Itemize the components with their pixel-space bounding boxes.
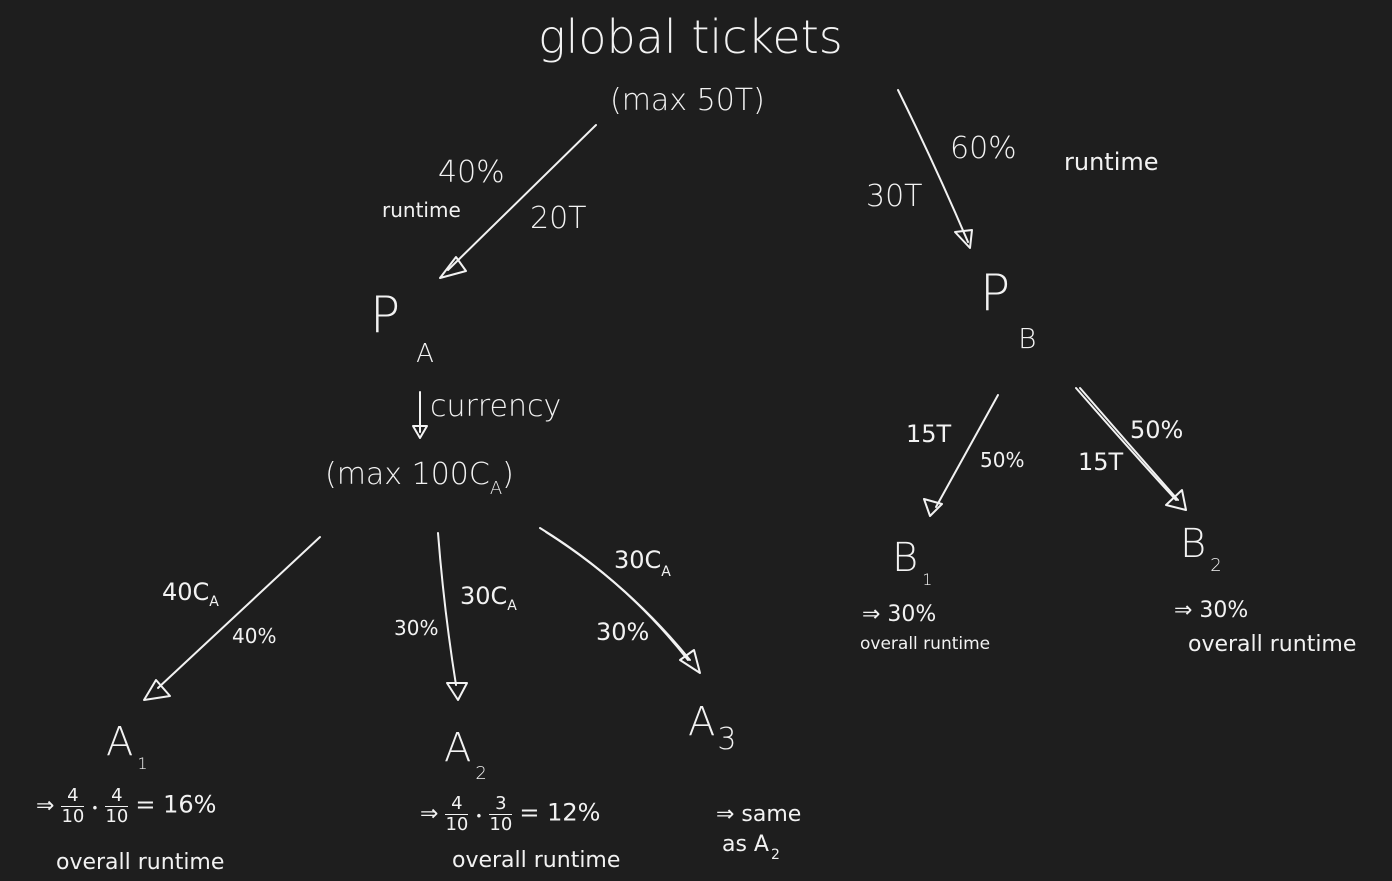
node-pa-sub: A bbox=[416, 339, 434, 369]
edge-a2-percent: 30% bbox=[394, 616, 439, 640]
leaf-a1-result: = 16% bbox=[135, 790, 217, 819]
edge-b1-tickets: 15T bbox=[906, 420, 952, 448]
pa-currency-label: currency bbox=[430, 389, 562, 424]
edge-a2-amount-sub: A bbox=[507, 598, 517, 614]
leaf-a3-note-text: as A bbox=[722, 832, 769, 857]
right-edge-runtime: runtime bbox=[1064, 148, 1159, 176]
edge-b2 bbox=[1075, 387, 1177, 501]
edge-a3-amount-sub: A bbox=[661, 564, 671, 580]
leaf-a2-arrow: ⇒ bbox=[420, 801, 439, 827]
leaf-a1-frac1-den: 10 bbox=[61, 805, 85, 827]
leaf-a2-dot: • bbox=[475, 809, 483, 824]
edge-a1-amount-sub: A bbox=[209, 594, 219, 610]
arrowhead-pa bbox=[439, 256, 467, 279]
node-pa-letter: P bbox=[370, 286, 401, 344]
edge-a1 bbox=[157, 536, 321, 689]
leaf-b2-letter: B bbox=[1180, 521, 1207, 567]
leaf-a2-frac2-den: 10 bbox=[489, 813, 513, 835]
leaf-b1-caption: overall runtime bbox=[860, 634, 991, 654]
leaf-a1-frac1-num: 4 bbox=[61, 786, 85, 807]
right-edge-tickets: 30T bbox=[866, 179, 923, 214]
node-pb: PB bbox=[980, 268, 1037, 353]
edge-a2-amount-text: 30C bbox=[460, 582, 508, 610]
edge-a1-amount-text: 40C bbox=[162, 578, 210, 606]
leaf-b2-sub: 2 bbox=[1210, 555, 1222, 576]
leaf-a1-frac2-num: 4 bbox=[105, 786, 129, 807]
diagram-canvas: global tickets (max 50T) 40% runtime 20T… bbox=[0, 0, 1392, 881]
edge-a3-amount: 30CA bbox=[614, 546, 671, 579]
edge-root-pb bbox=[897, 89, 969, 243]
leaf-b1-letter: B bbox=[892, 535, 919, 581]
edge-a3-percent: 30% bbox=[596, 618, 650, 646]
leaf-a1-sub: 1 bbox=[137, 754, 148, 773]
arrowhead-a2 bbox=[446, 682, 468, 701]
leaf-a2: A2 bbox=[444, 725, 487, 783]
leaf-b1-result: ⇒ 30% bbox=[862, 602, 937, 627]
left-edge-runtime: runtime bbox=[382, 198, 461, 222]
leaf-b2-result: ⇒ 30% bbox=[1174, 598, 1249, 623]
leaf-a1-formula: ⇒ 4 10 • 4 10 = 16% bbox=[36, 786, 216, 827]
edge-a2 bbox=[437, 532, 457, 686]
edge-a1-amount: 40CA bbox=[162, 578, 219, 609]
leaf-a1-frac2: 4 10 bbox=[105, 786, 129, 827]
pa-currency-max: (max 100CA) bbox=[325, 457, 514, 498]
edge-b2-tickets: 15T bbox=[1078, 448, 1124, 476]
node-pb-letter: P bbox=[980, 264, 1011, 322]
leaf-a3-sub: 3 bbox=[717, 722, 737, 757]
leaf-a3-note-line2: as A2 bbox=[722, 832, 780, 863]
leaf-a1-arrow: ⇒ bbox=[36, 793, 55, 819]
pa-currency-max-text: (max 100C bbox=[325, 457, 490, 492]
left-edge-tickets: 20T bbox=[530, 201, 587, 236]
leaf-a2-frac1-num: 4 bbox=[445, 794, 469, 815]
leaf-a2-letter: A bbox=[444, 725, 472, 771]
leaf-a1-caption: overall runtime bbox=[56, 850, 225, 875]
edge-a1-percent: 40% bbox=[232, 624, 277, 648]
leaf-a2-result: = 12% bbox=[519, 798, 601, 827]
right-edge-percent: 60% bbox=[950, 131, 1017, 166]
leaf-a2-sub: 2 bbox=[475, 763, 487, 784]
leaf-a1-frac1: 4 10 bbox=[61, 786, 85, 827]
edge-root-pa bbox=[447, 124, 597, 271]
leaf-a2-frac2-num: 3 bbox=[489, 794, 513, 815]
leaf-a2-frac1: 4 10 bbox=[445, 794, 469, 835]
leaf-b2: B2 bbox=[1180, 521, 1222, 575]
edge-b2-percent: 50% bbox=[1130, 416, 1184, 444]
edge-b2-stroke2 bbox=[1079, 387, 1179, 501]
root-subtitle: (max 50T) bbox=[610, 83, 765, 118]
leaf-b2-caption: overall runtime bbox=[1188, 632, 1357, 657]
leaf-a2-caption: overall runtime bbox=[452, 848, 621, 873]
leaf-a1-dot: • bbox=[91, 801, 99, 816]
leaf-a3-note-sub: 2 bbox=[771, 847, 780, 863]
leaf-b1: B1 bbox=[892, 535, 932, 588]
edge-a3-amount-text: 30C bbox=[614, 546, 662, 574]
pa-currency-close: ) bbox=[502, 457, 514, 492]
leaf-a3-note-line1: ⇒ same bbox=[716, 802, 802, 827]
root-title: global tickets bbox=[538, 10, 843, 64]
node-pb-sub: B bbox=[1018, 322, 1037, 355]
arrowhead-a1 bbox=[143, 679, 171, 701]
leaf-a1: A1 bbox=[106, 719, 148, 772]
leaf-a1-letter: A bbox=[106, 719, 134, 765]
left-edge-percent: 40% bbox=[438, 155, 505, 190]
leaf-a2-frac1-den: 10 bbox=[445, 813, 469, 835]
leaf-a2-formula: ⇒ 4 10 • 3 10 = 12% bbox=[420, 794, 600, 835]
leaf-a2-frac2: 3 10 bbox=[489, 794, 513, 835]
leaf-a3: A3 bbox=[688, 699, 736, 755]
edge-b1-percent: 50% bbox=[980, 448, 1025, 472]
leaf-a1-frac2-den: 10 bbox=[105, 805, 129, 827]
leaf-b1-sub: 1 bbox=[922, 570, 933, 589]
leaf-a3-letter: A bbox=[688, 699, 716, 745]
pa-currency-sub: A bbox=[489, 478, 503, 499]
node-pa: PA bbox=[370, 290, 434, 367]
edge-a2-amount: 30CA bbox=[460, 582, 517, 613]
